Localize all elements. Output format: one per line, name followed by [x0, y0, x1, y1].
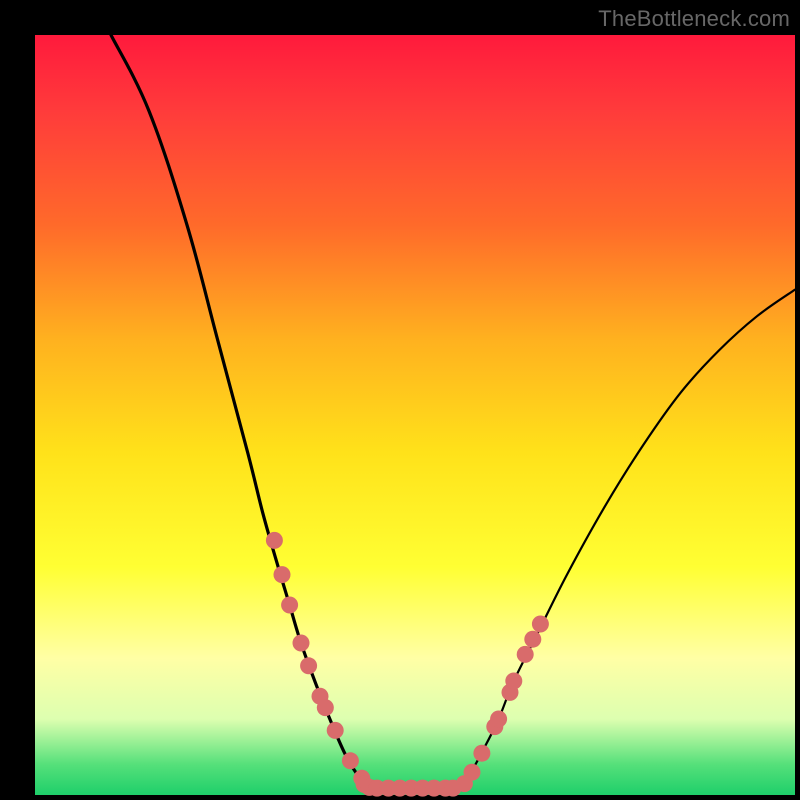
chart-markers [266, 532, 549, 797]
watermark-text: TheBottleneck.com [598, 6, 790, 32]
chart-marker [505, 673, 522, 690]
chart-marker [517, 646, 534, 663]
chart-marker [300, 657, 317, 674]
chart-marker [524, 631, 541, 648]
chart-marker [532, 616, 549, 633]
chart-marker [281, 597, 298, 614]
chart-marker [274, 566, 291, 583]
chart-line [111, 35, 377, 788]
chart-marker [473, 745, 490, 762]
chart-marker [266, 532, 283, 549]
chart-marker [464, 764, 481, 781]
chart-lines [111, 35, 795, 788]
chart-marker [293, 635, 310, 652]
chart-marker [327, 722, 344, 739]
chart-marker [317, 699, 334, 716]
chart-marker [445, 780, 462, 797]
chart-marker [342, 752, 359, 769]
chart-frame: TheBottleneck.com [0, 0, 800, 800]
chart-svg [35, 35, 795, 795]
chart-plot-area [35, 35, 795, 795]
chart-marker [490, 711, 507, 728]
